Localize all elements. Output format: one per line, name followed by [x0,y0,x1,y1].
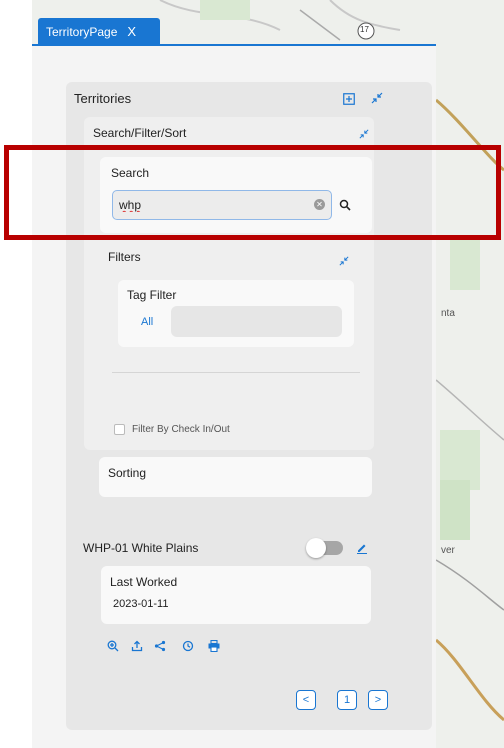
tag-filter-label: Tag Filter [127,288,177,302]
history-icon[interactable] [182,640,194,655]
highway-shield-label: 17 [360,25,369,34]
map-label-fragment: ver [441,545,455,556]
next-page-button[interactable]: > [368,690,388,710]
tag-filter-all-option[interactable]: All [141,316,153,328]
share-icon[interactable] [154,640,166,655]
zoom-in-icon[interactable] [107,640,119,655]
edit-icon[interactable] [356,542,368,556]
tab-territory-page[interactable]: TerritoryPage X [38,18,160,45]
divider [112,372,360,373]
filters-label: Filters [108,250,141,264]
last-worked-label: Last Worked [110,575,178,589]
tab-close-icon[interactable]: X [127,24,136,39]
filter-check-in-out-checkbox[interactable] [114,424,125,435]
previous-page-button[interactable]: < [296,690,316,710]
collapse-icon[interactable] [359,128,369,141]
filter-check-in-out-label: Filter By Check In/Out [132,424,230,435]
add-territory-icon[interactable] [343,93,355,107]
toggle-knob[interactable] [306,538,326,558]
tag-filter-input[interactable] [171,306,342,337]
highlight-box [4,145,501,240]
print-icon[interactable] [208,639,220,655]
last-worked-date: 2023-01-11 [113,598,169,610]
collapse-icon[interactable] [339,255,349,268]
upload-icon[interactable] [131,640,143,655]
map-label-fragment: nta [441,308,455,319]
sorting-label: Sorting [108,466,147,480]
territory-name[interactable]: WHP-01 White Plains [83,541,198,555]
tab-label: TerritoryPage [46,24,118,39]
search-filter-sort-title: Search/Filter/Sort [93,126,187,140]
collapse-icon[interactable] [371,92,383,106]
territories-title: Territories [74,91,132,106]
page-number-button[interactable]: 1 [337,690,357,710]
left-gutter [0,0,32,748]
